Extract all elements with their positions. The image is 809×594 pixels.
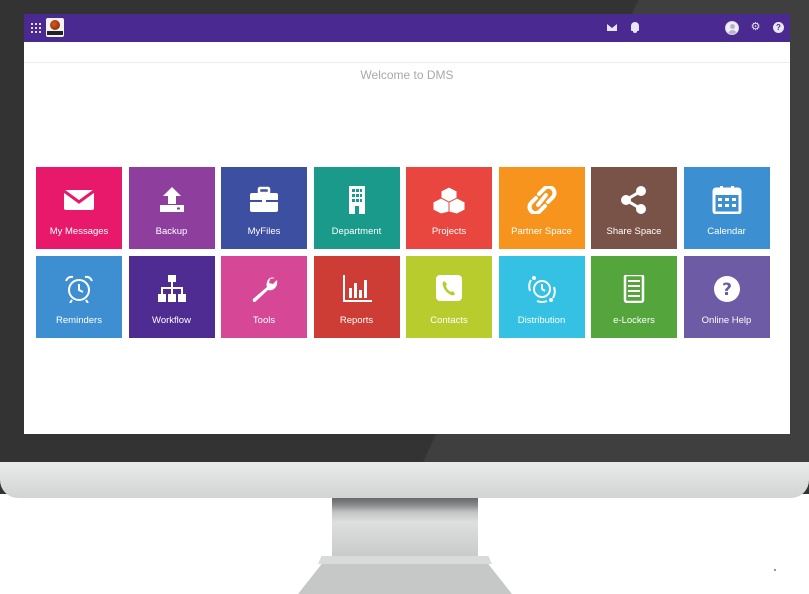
tile-label: Share Space (606, 226, 662, 237)
tile-label: Reminders (56, 315, 102, 326)
tile-department[interactable]: Department (313, 167, 400, 249)
help-icon[interactable]: ? (773, 22, 784, 33)
welcome-heading: Welcome to DMS (360, 68, 454, 82)
tile-share-space[interactable]: Share Space (591, 167, 677, 249)
tile-label: Workflow (152, 315, 191, 326)
tile-label: Partner Space (511, 226, 572, 237)
tile-contacts[interactable]: Contacts (406, 256, 492, 338)
user-avatar[interactable] (725, 21, 739, 35)
tile-label: e-Lockers (613, 315, 655, 326)
tile-label: Projects (431, 226, 467, 237)
app-logo[interactable] (46, 18, 64, 37)
tile-reports[interactable]: Reports (313, 256, 400, 338)
tile-label: MyFiles (247, 226, 281, 237)
tile-backup[interactable]: Backup (128, 167, 215, 249)
tile-label: Online Help (701, 315, 752, 326)
tile-myfiles[interactable]: MyFiles (221, 167, 307, 249)
tile-label: Distribution (517, 315, 566, 326)
tile-label: Reports (339, 315, 374, 326)
tile-label: Calendar (707, 226, 746, 237)
bell-icon[interactable] (631, 22, 639, 33)
decorative-dot (774, 569, 776, 571)
tile-reminders[interactable]: Reminders (36, 256, 122, 338)
mail-icon[interactable] (607, 24, 617, 31)
tile-my-messages[interactable]: My Messages (36, 167, 122, 249)
tile-label: Tools (252, 315, 276, 326)
tile-online-help[interactable]: ? Online Help (683, 256, 770, 338)
tile-label: Backup (155, 226, 188, 237)
tile-label: My Messages (49, 226, 109, 237)
tile-label: Department (331, 226, 382, 237)
gear-icon[interactable]: ⚙ (750, 22, 761, 33)
svg-text:?: ? (722, 280, 732, 300)
tile-distribution[interactable]: Distribution (498, 256, 585, 338)
monitor-stand-shadow (332, 498, 478, 512)
apps-grid-icon[interactable] (31, 23, 41, 33)
tile-e-lockers[interactable]: e-Lockers (591, 256, 677, 338)
app-screen: ⚙ ? Welcome to DMS My Messages Backup MyFi… (24, 14, 790, 434)
tile-workflow[interactable]: Workflow (128, 256, 215, 338)
toolbar-strip (24, 42, 790, 63)
monitor-stand-base-top (318, 556, 492, 564)
monitor-chin (0, 462, 809, 498)
tile-calendar[interactable]: Calendar (683, 167, 770, 249)
tile-label: Contacts (430, 315, 468, 326)
tile-partner-space[interactable]: Partner Space (498, 167, 585, 249)
top-navbar: ⚙ ? (24, 14, 790, 42)
tile-projects[interactable]: Projects (406, 167, 492, 249)
tile-tools[interactable]: Tools (221, 256, 307, 338)
